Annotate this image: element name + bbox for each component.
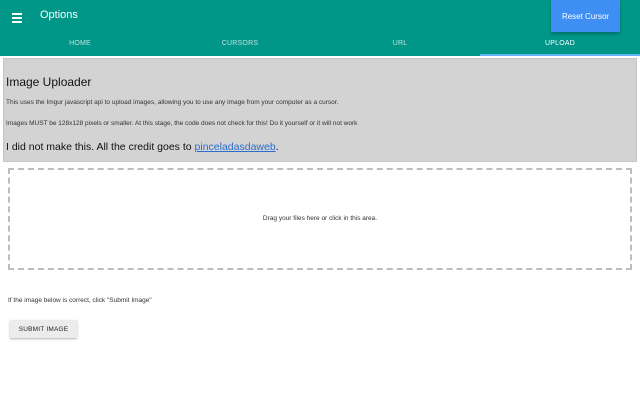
app-title: Options [40, 9, 78, 21]
tab-upload[interactable]: UPLOAD [480, 32, 640, 56]
uploader-description: This uses the Imgur javascript api to up… [6, 99, 339, 106]
file-dropzone[interactable]: Drag your files here or click in this ar… [8, 168, 632, 270]
tab-cursors[interactable]: CURSORS [160, 32, 320, 56]
credit-line: I did not make this. All the credit goes… [6, 141, 279, 153]
submit-image-button[interactable]: SUBMIT IMAGE [10, 320, 77, 338]
submit-instruction: If the image below is correct, click "Su… [8, 297, 152, 304]
uploader-info-panel: Image Uploader This uses the Imgur javas… [3, 58, 637, 162]
tab-home[interactable]: HOME [0, 32, 160, 56]
dropzone-text: Drag your files here or click in this ar… [262, 215, 378, 222]
credit-suffix: . [275, 141, 279, 153]
tab-bar: HOME CURSORS URL UPLOAD [0, 32, 640, 56]
tab-url[interactable]: URL [320, 32, 480, 56]
credit-prefix: I did not make this. All the credit goes… [6, 141, 195, 153]
uploader-warning: Images MUST be 128x128 pixels or smaller… [6, 120, 358, 127]
hamburger-icon[interactable] [12, 10, 26, 24]
uploader-heading: Image Uploader [6, 75, 92, 89]
app-bar: Options Reset Cursor HOME CURSORS URL UP… [0, 0, 640, 56]
credit-link[interactable]: pinceladasdaweb [195, 141, 276, 153]
reset-cursor-button[interactable]: Reset Cursor [551, 0, 620, 32]
